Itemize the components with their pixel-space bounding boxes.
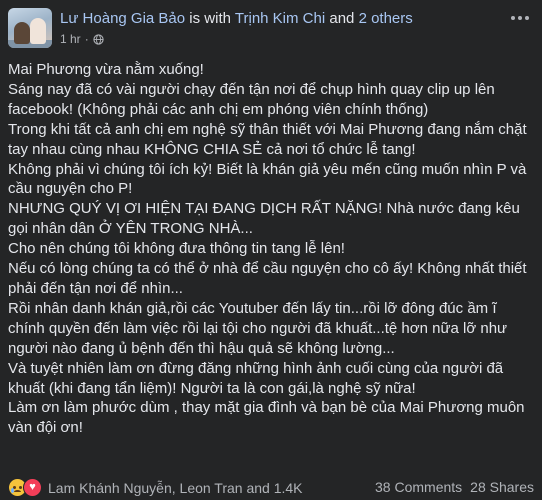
more-options-button[interactable] bbox=[508, 8, 532, 28]
post-paragraph: NHƯNG QUÝ VỊ ƠI HIỆN TẠI ĐANG DỊCH RẤT N… bbox=[8, 200, 520, 238]
post-paragraph: Và tuyệt nhiên làm ơn đừng đăng những hì… bbox=[8, 359, 504, 397]
shares-count-link[interactable]: 28 Shares bbox=[470, 479, 534, 495]
post-paragraph: Cho nên chúng tôi không đưa thông tin ta… bbox=[8, 240, 345, 258]
globe-icon[interactable] bbox=[93, 33, 104, 45]
post-meta: 1 hr · bbox=[60, 32, 104, 46]
more-dot-icon bbox=[511, 16, 515, 20]
engagement-counts: 38 Comments 28 Shares bbox=[375, 479, 534, 495]
post-paragraph: Làm ơn làm phước dùm , thay mặt gia đình… bbox=[8, 399, 525, 437]
and-text: and bbox=[329, 10, 355, 27]
facebook-post: Lư Hoàng Gia Bảo is with Trịnh Kim Chi a… bbox=[0, 0, 542, 500]
meta-separator: · bbox=[84, 32, 89, 46]
author-avatar[interactable] bbox=[8, 8, 52, 48]
tagged-person-link[interactable]: Trịnh Kim Chi bbox=[235, 10, 325, 27]
post-paragraph: Trong khi tất cả anh chị em nghệ sỹ thân… bbox=[8, 120, 527, 158]
post-paragraph: Sáng nay đã có vài người chạy đến tận nơ… bbox=[8, 80, 495, 118]
post-paragraph: Rồi nhân danh khán giả,rồi các Youtuber … bbox=[8, 299, 508, 357]
post-time[interactable]: 1 hr bbox=[60, 32, 81, 46]
post-header: Lư Hoàng Gia Bảo is with Trịnh Kim Chi a… bbox=[8, 8, 532, 48]
post-paragraph: Mai Phương vừa nằm xuống! bbox=[8, 61, 204, 78]
comments-count-link[interactable]: 38 Comments bbox=[375, 479, 462, 495]
more-dot-icon bbox=[518, 16, 522, 20]
reaction-summary[interactable]: ♥ Lam Khánh Nguyễn, Leon Tran and 1.4K bbox=[8, 478, 303, 497]
love-icon: ♥ bbox=[23, 478, 42, 497]
post-paragraph: Không phải vì chúng tôi ích kỷ! Biết là … bbox=[8, 160, 527, 198]
with-text: is with bbox=[189, 10, 231, 27]
author-name-link[interactable]: Lư Hoàng Gia Bảo bbox=[60, 10, 185, 27]
post-body: Mai Phương vừa nằm xuống! Sáng nay đã có… bbox=[8, 60, 534, 438]
author-line: Lư Hoàng Gia Bảo is with Trịnh Kim Chi a… bbox=[60, 10, 413, 27]
others-link[interactable]: 2 others bbox=[359, 10, 413, 27]
post-footer: ♥ Lam Khánh Nguyễn, Leon Tran and 1.4K 3… bbox=[8, 477, 534, 497]
more-dot-icon bbox=[525, 16, 529, 20]
reaction-names-link[interactable]: Lam Khánh Nguyễn, Leon Tran and 1.4K bbox=[48, 480, 303, 496]
post-paragraph: Nếu có lòng chúng ta có thể ở nhà để cầu… bbox=[8, 260, 527, 297]
